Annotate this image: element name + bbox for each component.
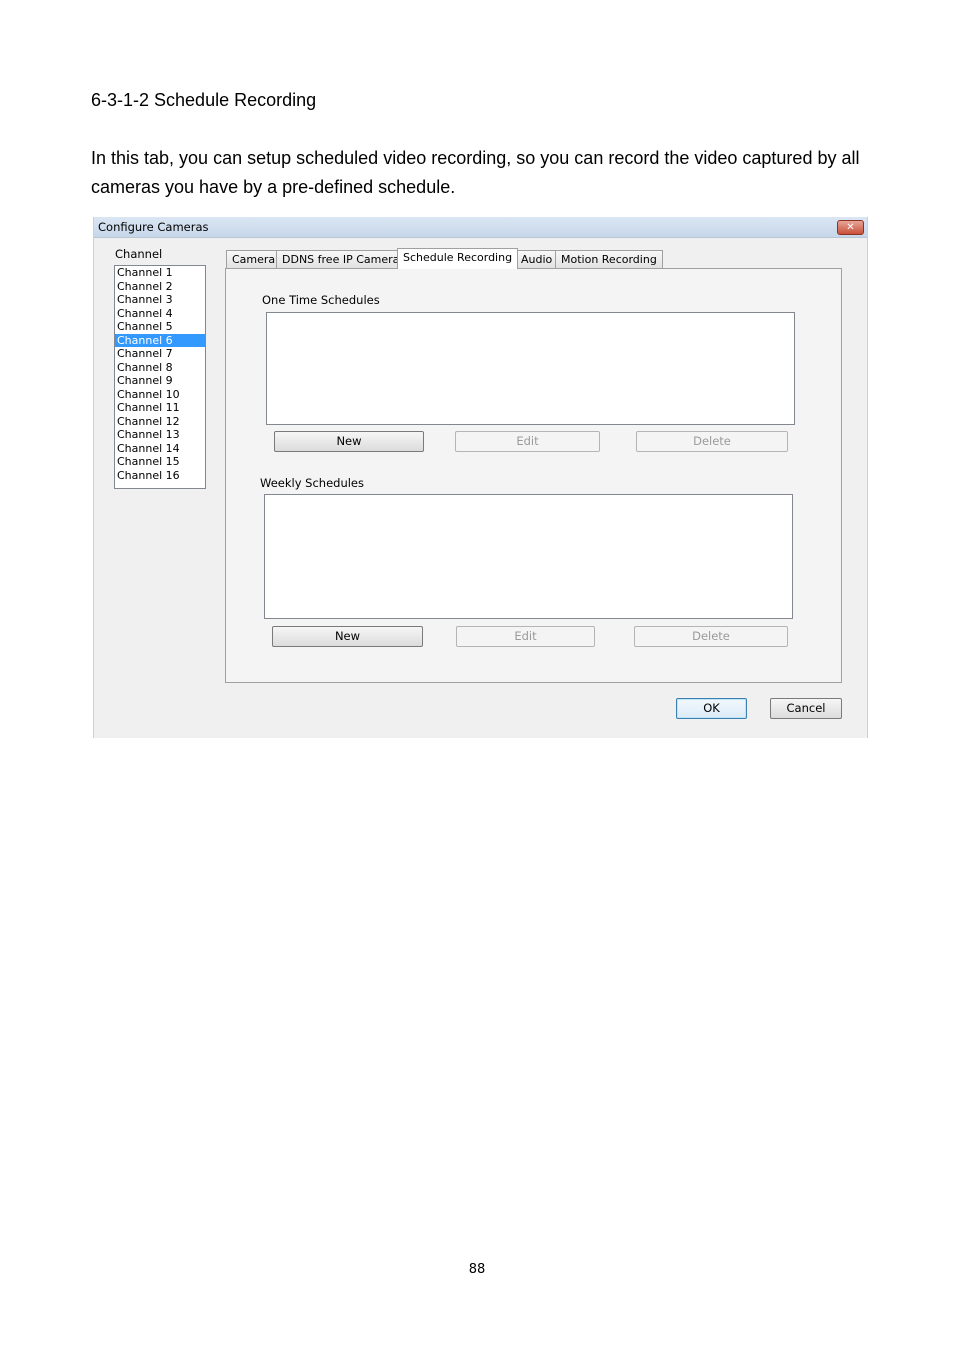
- channel-list-item[interactable]: Channel 2: [115, 280, 205, 294]
- channel-list-item[interactable]: Channel 7: [115, 347, 205, 361]
- configure-cameras-dialog: Configure Cameras ✕ Channel Channel 1 Cha…: [93, 217, 868, 738]
- channel-list-item[interactable]: Channel 5: [115, 320, 205, 334]
- close-icon[interactable]: ✕: [837, 220, 864, 235]
- intro-paragraph: In this tab, you can setup scheduled vid…: [91, 148, 860, 197]
- channel-list-item[interactable]: Channel 13: [115, 428, 205, 442]
- channel-list-item[interactable]: Channel 14: [115, 442, 205, 456]
- one-time-schedules-label: One Time Schedules: [262, 293, 380, 307]
- channel-list-item[interactable]: Channel 3: [115, 293, 205, 307]
- channel-label: Channel: [115, 247, 163, 261]
- schedule-recording-panel: One Time Schedules New Edit Delete Weekl…: [225, 268, 842, 683]
- channel-list-item[interactable]: Channel 12: [115, 415, 205, 429]
- section-heading: 6-3-1-2 Schedule Recording: [91, 90, 317, 110]
- one-time-new-button[interactable]: New: [274, 431, 424, 452]
- ok-button[interactable]: OK: [676, 698, 747, 719]
- tab-audio[interactable]: Audio: [515, 250, 559, 268]
- channel-list-item[interactable]: Channel 11: [115, 401, 205, 415]
- weekly-edit-button[interactable]: Edit: [456, 626, 595, 647]
- tab-ddns-free-ip-camera[interactable]: DDNS free IP Camera: [276, 250, 406, 268]
- weekly-new-button[interactable]: New: [272, 626, 423, 647]
- tab-schedule-recording[interactable]: Schedule Recording: [397, 248, 519, 269]
- channel-list-item[interactable]: Channel 10: [115, 388, 205, 402]
- one-time-delete-button[interactable]: Delete: [636, 431, 788, 452]
- tab-camera[interactable]: Camera: [226, 250, 282, 268]
- channel-list-item[interactable]: Channel 1: [115, 266, 205, 280]
- channel-list-item[interactable]: Channel 4: [115, 307, 205, 321]
- weekly-schedules-label: Weekly Schedules: [260, 476, 364, 490]
- channel-list-item[interactable]: Channel 6: [115, 333, 205, 347]
- page-number: 88: [468, 1262, 486, 1277]
- dialog-titlebar: Configure Cameras ✕: [94, 217, 867, 238]
- weekly-delete-button[interactable]: Delete: [634, 626, 788, 647]
- tab-motion-recording[interactable]: Motion Recording: [555, 250, 663, 268]
- one-time-schedules-list[interactable]: [266, 312, 795, 425]
- cancel-button[interactable]: Cancel: [770, 698, 842, 719]
- channel-list-item[interactable]: Channel 8: [115, 361, 205, 375]
- channel-list-item[interactable]: Channel 15: [115, 455, 205, 469]
- dialog-title: Configure Cameras: [98, 220, 209, 234]
- channel-list[interactable]: Channel 1 Channel 2 Channel 3 Channel 4 Chan…: [114, 265, 206, 489]
- channel-list-item[interactable]: Channel 9: [115, 374, 205, 388]
- weekly-schedules-list[interactable]: [264, 494, 793, 619]
- one-time-edit-button[interactable]: Edit: [455, 431, 600, 452]
- channel-list-item[interactable]: Channel 16: [115, 469, 205, 483]
